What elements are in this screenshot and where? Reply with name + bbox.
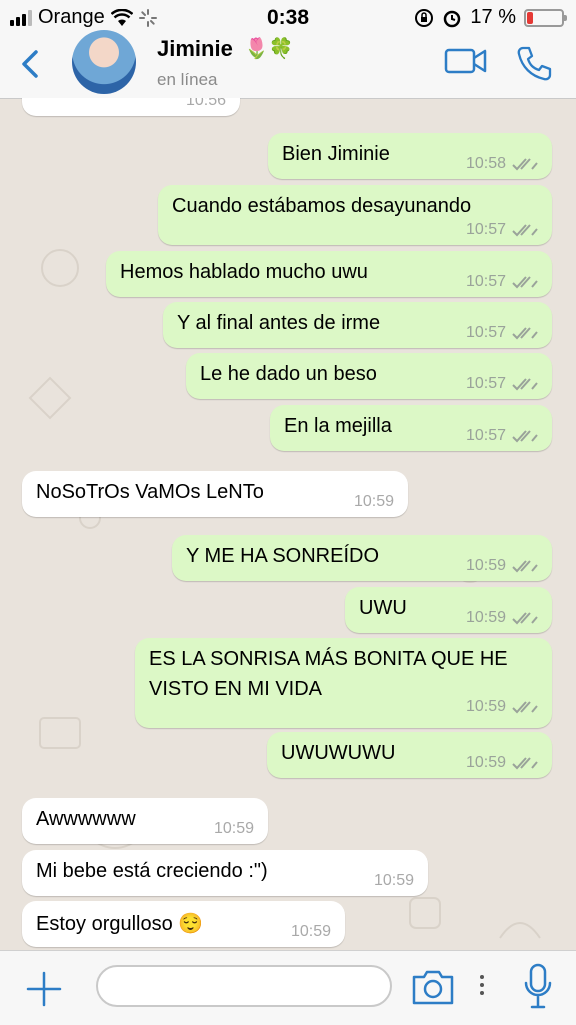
message-input[interactable]: [96, 965, 392, 1007]
read-ticks-icon: [512, 327, 538, 340]
phone-icon[interactable]: [514, 44, 554, 84]
read-ticks-icon: [512, 276, 538, 289]
message-bubble-incoming[interactable]: Estoy orgulloso 😌 10:59: [22, 901, 345, 947]
message-time: 10:57: [466, 375, 538, 393]
message-bubble-outgoing[interactable]: ES LA SONRISA MÁS BONITA QUE HE VISTO EN…: [135, 638, 552, 728]
read-ticks-icon: [512, 224, 538, 237]
battery-percent: 17 %: [470, 6, 516, 28]
read-ticks-icon: [512, 701, 538, 714]
message-bubble-outgoing[interactable]: Bien Jiminie 10:58: [268, 133, 552, 179]
battery-icon: [524, 8, 567, 27]
message-text: NoSoTrOs VaMOs LeNTo: [36, 481, 264, 503]
contact-name-emoji: 🌷🍀: [244, 38, 294, 60]
message-text: UWUWUWU: [281, 742, 396, 764]
battery-level-fill: [527, 11, 533, 24]
message-text: Bien Jiminie: [282, 143, 390, 165]
read-ticks-icon: [512, 378, 538, 391]
message-time: 10:57: [466, 427, 538, 445]
message-time: 10:59: [290, 923, 331, 940]
message-time: 10:57: [466, 273, 538, 291]
avatar[interactable]: [72, 30, 136, 94]
message-time: 10:59: [466, 692, 538, 722]
message-time: 10:59: [373, 872, 414, 889]
message-bubble-incoming[interactable]: Awwwwww 10:59: [22, 798, 268, 844]
message-bubble-outgoing[interactable]: UWU 10:59: [345, 587, 552, 633]
message-time: 10:59: [466, 754, 538, 772]
message-time: 10:57: [466, 221, 538, 239]
chat-header: Jiminie 🌷🍀 en línea: [0, 30, 576, 99]
back-chevron-icon[interactable]: [14, 46, 50, 82]
read-ticks-icon: [512, 757, 538, 770]
alarm-icon: [444, 10, 461, 27]
message-text: Mi bebe está creciendo :"): [36, 860, 268, 882]
read-ticks-icon: [512, 612, 538, 625]
message-text: Y al final antes de irme: [177, 312, 381, 334]
read-ticks-icon: [512, 430, 538, 443]
message-text: Y ME HA SONREÍDO: [186, 545, 380, 567]
message-bubble-outgoing[interactable]: Cuando estábamos desayunando 10:57: [158, 185, 552, 245]
message-text: Hemos hablado mucho uwu: [120, 261, 368, 283]
message-bubble-outgoing[interactable]: UWUWUWU 10:59: [267, 732, 552, 778]
message-time: 10:59: [466, 557, 538, 575]
message-bubble-incoming[interactable]: 10:56: [22, 98, 240, 116]
message-text: En la mejilla: [284, 415, 392, 437]
status-bar: Orange 0:38 17 %: [0, 0, 576, 36]
message-bubble-outgoing[interactable]: En la mejilla 10:57: [270, 405, 552, 451]
contact-status: en línea: [157, 70, 218, 89]
message-time: 10:59: [466, 609, 538, 627]
message-composer: [0, 950, 576, 1025]
message-text: Awwwwww: [36, 808, 136, 830]
microphone-icon[interactable]: [524, 963, 552, 1011]
message-bubble-outgoing[interactable]: Le he dado un beso 10:57: [186, 353, 552, 399]
more-dots-icon[interactable]: [480, 975, 484, 999]
camera-icon[interactable]: [410, 967, 456, 1007]
message-time: 10:56: [185, 98, 226, 109]
message-time: 10:59: [213, 820, 254, 837]
message-time: 10:58: [466, 155, 538, 173]
read-ticks-icon: [512, 158, 538, 171]
message-bubble-outgoing[interactable]: Hemos hablado mucho uwu 10:57: [106, 251, 552, 297]
message-text: UWU: [359, 597, 407, 619]
message-text: Estoy orgulloso 😌: [36, 913, 204, 935]
message-bubble-incoming[interactable]: NoSoTrOs VaMOs LeNTo 10:59: [22, 471, 408, 517]
video-call-icon[interactable]: [444, 46, 488, 76]
message-time: 10:59: [353, 493, 394, 510]
contact-name[interactable]: Jiminie: [157, 36, 233, 62]
message-text: Cuando estábamos desayunando: [172, 195, 472, 217]
chat-background[interactable]: 10:56 Bien Jiminie 10:58 Cuando estábamo…: [0, 98, 576, 950]
orientation-lock-icon: [415, 8, 434, 27]
message-bubble-incoming[interactable]: Mi bebe está creciendo :") 10:59: [22, 850, 428, 896]
read-ticks-icon: [512, 560, 538, 573]
message-bubble-outgoing[interactable]: Y al final antes de irme 10:57: [163, 302, 552, 348]
message-bubble-outgoing[interactable]: Y ME HA SONREÍDO 10:59: [172, 535, 552, 581]
message-text: Le he dado un beso: [200, 363, 377, 385]
status-bar-right: 17 %: [414, 6, 567, 29]
plus-icon[interactable]: [26, 971, 62, 1007]
message-time: 10:57: [466, 324, 538, 342]
